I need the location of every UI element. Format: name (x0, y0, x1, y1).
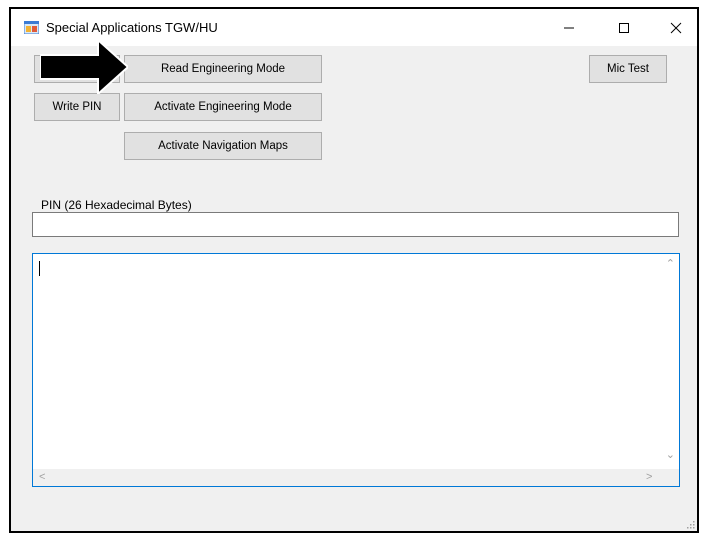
read-engineering-mode-button[interactable]: Read Engineering Mode (124, 55, 322, 83)
scrollbar-corner (662, 469, 679, 486)
app-icon (24, 21, 39, 34)
write-pin-button[interactable]: Write PIN (34, 93, 120, 121)
horizontal-scrollbar[interactable]: < > (33, 469, 662, 486)
pin-label: PIN (26 Hexadecimal Bytes) (41, 198, 192, 212)
scroll-up-icon[interactable]: ⌃ (666, 259, 675, 270)
close-button[interactable] (653, 9, 698, 46)
maximize-icon (618, 22, 629, 33)
scroll-down-icon[interactable]: ⌄ (666, 450, 675, 461)
mic-test-button[interactable]: Mic Test (589, 55, 667, 83)
activate-navigation-maps-button[interactable]: Activate Navigation Maps (124, 132, 322, 160)
window-title: Special Applications TGW/HU (46, 20, 218, 35)
minimize-button[interactable] (546, 9, 591, 46)
close-icon (670, 22, 681, 33)
callout-arrow-icon (40, 40, 128, 94)
output-textarea[interactable]: ⌃ ⌄ < > (32, 253, 680, 487)
maximize-button[interactable] (601, 9, 646, 46)
text-caret (39, 261, 40, 276)
pin-input[interactable] (32, 212, 679, 237)
scroll-right-icon[interactable]: > (646, 472, 652, 483)
vertical-scrollbar[interactable]: ⌃ ⌄ (662, 254, 679, 469)
client-area: R Read Engineering Mode Write PIN Activa… (11, 46, 697, 531)
activate-engineering-mode-button[interactable]: Activate Engineering Mode (124, 93, 322, 121)
minimize-icon (563, 27, 574, 28)
resize-grip-icon[interactable] (685, 519, 695, 529)
scroll-left-icon[interactable]: < (39, 472, 45, 483)
